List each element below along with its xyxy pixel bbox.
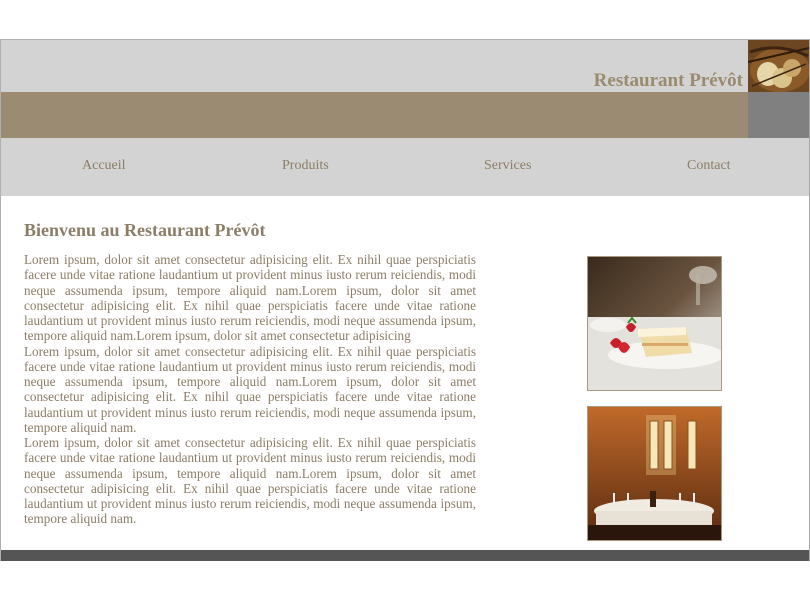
page-heading: Bienvenu au Restaurant Prévôt [24, 220, 266, 240]
site-title: Restaurant Prévôt [593, 70, 743, 91]
dessert-photo [587, 256, 722, 391]
paragraph: Lorem ipsum, dolor sit amet consectetur … [24, 435, 476, 527]
nav-produits[interactable]: Produits [282, 158, 329, 174]
page-frame: Restaurant Prévôt Accueil Produits Servi… [0, 39, 810, 561]
nav-services[interactable]: Services [484, 158, 531, 174]
paragraph: Lorem ipsum, dolor sit amet consectetur … [24, 343, 476, 435]
footer-bar [1, 550, 809, 561]
body-text: Lorem ipsum, dolor sit amet consectetur … [24, 252, 476, 527]
main-nav: Accueil Produits Services Contact [1, 138, 809, 196]
accent-band [1, 92, 748, 138]
logo-image [748, 40, 809, 92]
nav-accueil[interactable]: Accueil [82, 158, 126, 174]
paragraph: Lorem ipsum, dolor sit amet consectetur … [24, 252, 476, 344]
accent-band-corner [748, 92, 809, 138]
header-bar: Restaurant Prévôt [1, 40, 748, 92]
main-content: Bienvenu au Restaurant Prévôt Lorem ipsu… [1, 196, 809, 550]
nav-contact[interactable]: Contact [687, 158, 731, 174]
dining-room-photo [587, 406, 722, 541]
